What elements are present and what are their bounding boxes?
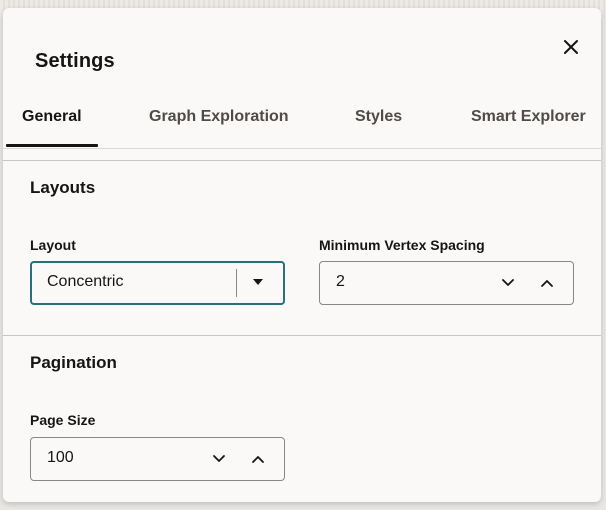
decrement-button[interactable] (498, 273, 518, 293)
page-size-label: Page Size (30, 412, 96, 428)
tab-styles[interactable]: Styles (355, 108, 402, 126)
tab-general[interactable]: General (22, 108, 82, 126)
minimum-vertex-spacing-stepper[interactable]: 2 (319, 261, 574, 305)
layout-select[interactable]: Concentric (30, 261, 285, 305)
section-divider (3, 160, 601, 161)
decrement-button[interactable] (209, 449, 229, 469)
layout-label: Layout (30, 237, 76, 253)
tab-bar: General Graph Exploration Styles Smart E… (3, 98, 601, 149)
section-divider (3, 335, 601, 336)
minimum-vertex-spacing-label: Minimum Vertex Spacing (319, 237, 485, 253)
tab-graph-exploration[interactable]: Graph Exploration (149, 108, 289, 126)
chevron-up-icon (541, 280, 553, 287)
minimum-vertex-spacing-value: 2 (336, 273, 345, 290)
layouts-section-title: Layouts (30, 178, 96, 197)
close-icon (564, 40, 578, 54)
caret-down-icon (253, 279, 263, 285)
increment-button[interactable] (537, 273, 557, 293)
chevron-up-icon (252, 456, 264, 463)
close-button[interactable] (556, 34, 586, 60)
increment-button[interactable] (248, 449, 268, 469)
active-tab-indicator (6, 144, 98, 147)
page-size-stepper[interactable]: 100 (30, 437, 285, 481)
chevron-down-icon (213, 455, 225, 462)
dialog-title: Settings (35, 50, 115, 72)
settings-dialog: Settings General Graph Exploration Style… (3, 8, 601, 502)
tab-smart-explorer[interactable]: Smart Explorer (471, 108, 586, 126)
page-size-value: 100 (47, 449, 74, 466)
layout-select-value: Concentric (47, 273, 124, 290)
pagination-section-title: Pagination (30, 353, 117, 372)
select-separator (236, 269, 237, 297)
chevron-down-icon (502, 279, 514, 286)
